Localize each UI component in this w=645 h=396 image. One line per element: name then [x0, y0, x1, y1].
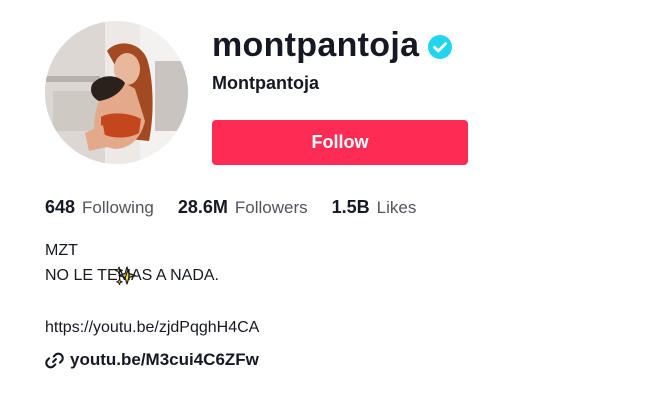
nickname: Montpantoja: [212, 73, 319, 93]
verified-badge-icon: [427, 34, 453, 60]
username: montpantoja: [212, 26, 420, 64]
profile-stats: 648 Following 28.6M Followers 1.5B Likes: [45, 197, 416, 218]
following-count: 648: [45, 197, 76, 217]
bio-line-2: NO LE TEMAS A NADA.: [45, 267, 219, 284]
followers-label: Followers: [234, 198, 308, 217]
bio-line-1: MZT: [45, 238, 259, 285]
follow-button[interactable]: Follow: [212, 120, 468, 165]
avatar[interactable]: [45, 21, 188, 164]
bio-text-1: MZT: [45, 242, 78, 259]
likes-label: Likes: [376, 198, 417, 217]
likes-count: 1.5B: [331, 197, 370, 217]
sparkles-icon: [79, 240, 137, 285]
bio-spacer: [45, 288, 259, 315]
bio-link-text[interactable]: youtu.be/M3cui4C6ZFw: [70, 350, 259, 370]
profile-header: montpantoja Montpantoja Follow 648 Follo…: [0, 0, 645, 396]
stat-following[interactable]: 648 Following: [45, 197, 154, 218]
username-row: montpantoja: [212, 22, 453, 68]
link-icon: [45, 351, 64, 370]
bio-line-3: https://youtu.be/zjdPqghH4CA: [45, 319, 260, 336]
stat-likes: 1.5B Likes: [332, 197, 417, 218]
following-label: Following: [82, 198, 154, 217]
bio: MZT NO LE TEMAS A NADA. https://youtu.be…: [45, 238, 259, 340]
bio-link[interactable]: youtu.be/M3cui4C6ZFw: [45, 350, 259, 370]
stat-followers[interactable]: 28.6M Followers: [178, 197, 308, 218]
followers-count: 28.6M: [177, 197, 228, 217]
